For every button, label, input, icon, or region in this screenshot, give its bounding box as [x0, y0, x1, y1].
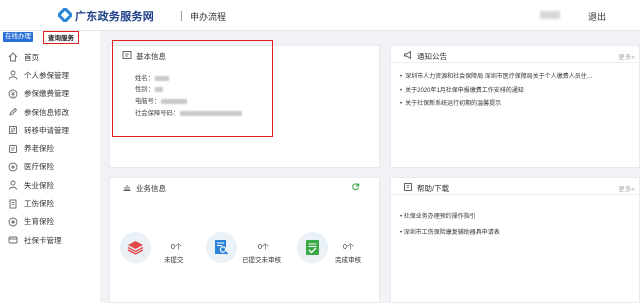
sidebar-item-personal-insurance[interactable]: 个人参保管理 [0, 66, 100, 84]
logout-button[interactable]: 退出 [588, 10, 606, 23]
sidebar-item-home[interactable]: 首页 [0, 48, 100, 66]
notice-list: • 深圳市人力资源和社会保障局 深圳市医疗保障局关于个人缴费人员住… • 关于202… [400, 72, 632, 113]
notice-panel: 通知公告 更多» • 深圳市人力资源和社会保障局 深圳市医疗保障局关于个人缴费人员… [390, 45, 640, 168]
person-icon [8, 70, 18, 81]
sidebar-item-label: 生育保险 [24, 217, 54, 227]
field-label: 性别： [135, 86, 154, 93]
unemployment-icon [9, 180, 17, 190]
stat-count: 0个 [343, 244, 354, 251]
sidebar-item-medical[interactable]: 医疗保险 [0, 158, 100, 176]
medical-icon [8, 162, 18, 172]
list-item[interactable]: • 社保业务办理预约操作指引 [400, 212, 500, 228]
sidebar-item-label: 转移申请管理 [24, 125, 69, 135]
panel-title: 通知公告 [417, 52, 447, 61]
sidebar-item-injury[interactable]: 工伤保险 [0, 194, 100, 212]
list-item[interactable]: • 关于2020年1月社保申报缴费工作安排的通知 [400, 86, 632, 100]
search-document-icon [215, 240, 229, 255]
card-icon [8, 236, 18, 244]
panel-header: 通知公告 更多» [391, 46, 639, 63]
sidebar-item-label: 养老保险 [24, 144, 54, 154]
refresh-icon[interactable] [351, 182, 360, 191]
business-info-panel: 业务信息 [109, 177, 380, 303]
sidebar-item-label: 工伤保险 [24, 199, 54, 209]
more-link[interactable]: 更多» [618, 51, 635, 61]
panel-header: 业务信息 [110, 178, 379, 195]
sidebar-item-pension[interactable]: 养老保险 [0, 139, 100, 157]
logo-icon [58, 8, 72, 22]
brand-title[interactable]: 广东政务服务网 [75, 8, 154, 24]
field-name: 姓名： [135, 73, 169, 82]
transfer-icon [9, 126, 17, 135]
chart-icon [123, 185, 131, 191]
nav-divider [181, 11, 182, 21]
sidebar-item-label: 参保缴费管理 [24, 89, 69, 99]
sidebar-item-label: 失业保险 [24, 180, 54, 190]
stat-count: 0个 [258, 244, 269, 251]
sidebar-item-info-edit[interactable]: 参保信息修改 [0, 103, 100, 121]
sidebar-tabs: 在线办理 查询服务 [0, 31, 100, 44]
redacted-value [180, 110, 243, 116]
payment-icon [8, 89, 18, 99]
megaphone-icon [404, 50, 411, 60]
stack-icon [127, 241, 144, 255]
field-label: 姓名： [135, 75, 154, 82]
sidebar-item-payment[interactable]: 参保缴费管理 [0, 85, 100, 103]
field-label: 社会保障号码： [135, 110, 180, 117]
redacted-value [154, 75, 169, 81]
list-item[interactable]: • 深圳市人力资源和社会保障局 深圳市医疗保障局关于个人缴费人员住… [400, 72, 632, 86]
tab-online-service[interactable]: 在线办理 [3, 32, 33, 42]
stat-label[interactable]: 已提交未审核 [242, 254, 281, 264]
nav-process-link[interactable]: 申办流程 [190, 10, 226, 23]
stat-label[interactable]: 未提交 [164, 254, 184, 264]
panel-header: 帮助/下载 更多» [391, 178, 639, 195]
top-bar: 广东政务服务网 申办流程 退出 [0, 0, 640, 31]
maternity-icon [8, 217, 18, 227]
panel-title: 帮助/下载 [417, 184, 450, 193]
home-icon [8, 52, 18, 62]
sidebar-item-transfer[interactable]: 转移申请管理 [0, 121, 100, 139]
username-blurred [540, 11, 560, 19]
tab-query-service[interactable]: 查询服务 [43, 31, 79, 44]
field-gender: 性别： [135, 84, 163, 93]
help-icon [404, 183, 412, 191]
help-download-panel: 帮助/下载 更多» • 社保业务办理预约操作指引 • 深圳市工伤保险康复辅助器具… [390, 177, 640, 303]
sidebar: 在线办理 查询服务 首页 个人参保管理 参保缴费管理 参保信息修改 转移申请管理… [0, 31, 100, 303]
sidebar-item-maternity[interactable]: 生育保险 [0, 213, 100, 231]
sidebar-item-label: 医疗保险 [24, 162, 54, 172]
stat-label[interactable]: 完成审核 [335, 254, 361, 264]
panel-title: 业务信息 [136, 184, 166, 193]
list-item[interactable]: • 关于社保新系统运行初期的温馨提示 [400, 99, 632, 113]
field-computer-number: 电脑号： [135, 96, 188, 105]
sidebar-item-card[interactable]: 社保卡管理 [0, 231, 100, 249]
sidebar-item-label: 社保卡管理 [24, 235, 62, 245]
checklist-icon [306, 240, 319, 255]
help-list: • 社保业务办理预约操作指引 • 深圳市工伤保险康复辅助器具申请表 [400, 212, 500, 244]
redacted-value [154, 86, 163, 92]
field-label: 电脑号： [135, 98, 161, 105]
field-social-security-number: 社会保障号码： [135, 108, 243, 117]
more-link[interactable]: 更多» [618, 183, 635, 193]
redacted-value [161, 98, 188, 104]
pension-icon [9, 144, 17, 153]
list-item[interactable]: • 深圳市工伤保险康复辅助器具申请表 [400, 228, 500, 244]
sidebar-menu: 首页 个人参保管理 参保缴费管理 参保信息修改 转移申请管理 养老保险 医疗保险 [0, 48, 100, 249]
sidebar-item-unemployment[interactable]: 失业保险 [0, 176, 100, 194]
sidebar-item-label: 个人参保管理 [24, 70, 69, 80]
sidebar-item-label: 首页 [24, 52, 39, 62]
edit-icon [9, 107, 18, 116]
stat-count: 0个 [171, 244, 182, 251]
sidebar-item-label: 参保信息修改 [24, 107, 69, 117]
injury-icon [9, 199, 17, 208]
